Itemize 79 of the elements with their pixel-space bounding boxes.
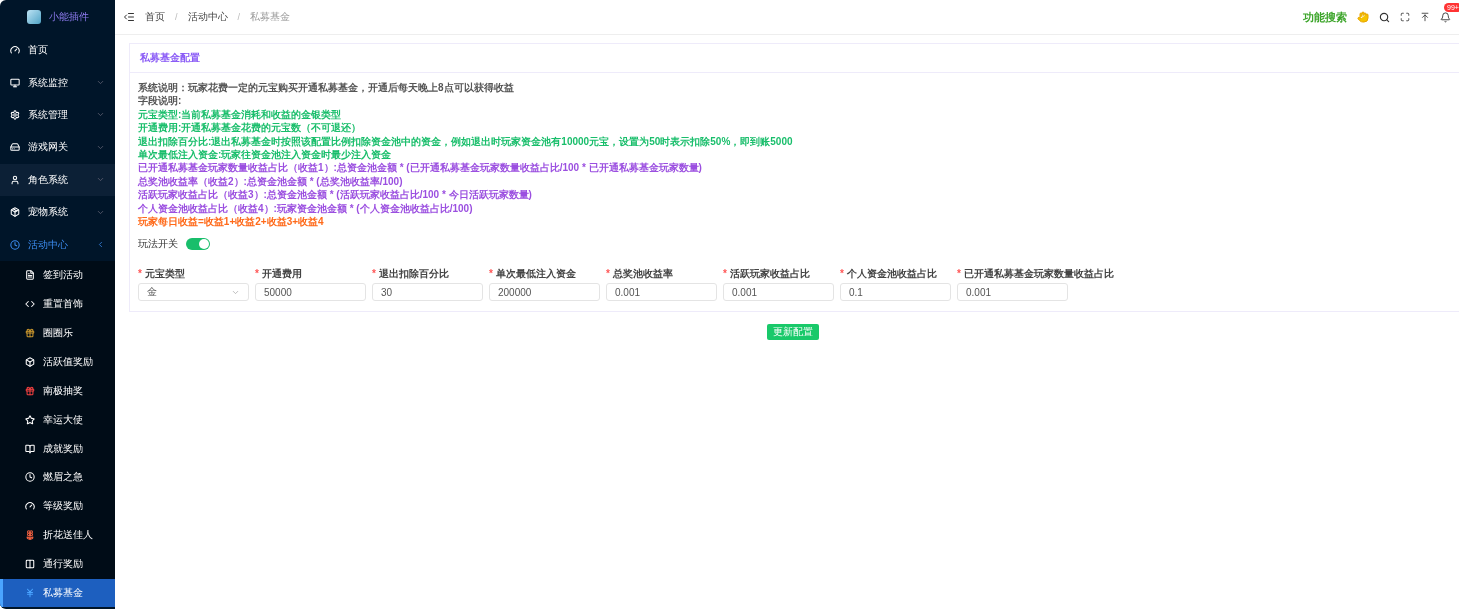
logo-icon <box>26 10 41 24</box>
code-icon <box>25 299 35 310</box>
description-line: 活跃玩家收益占比（收益3）:总资金池金额 * (活跃玩家收益占比/100 * 今日活跃玩家数量) <box>138 188 532 202</box>
input-field[interactable]: 50000 <box>255 283 366 302</box>
menu-item[interactable]: 游戏网关 <box>0 131 115 164</box>
description-line: 开通费用:开通私募基金花费的元宝数（不可退还） <box>138 121 362 135</box>
field-label: * 开通费用 <box>255 267 303 282</box>
submenu-item[interactable]: 私募基金 <box>0 578 115 608</box>
submenu-item[interactable]: 南极抽奖 <box>0 376 115 406</box>
menu-toggle-icon[interactable] <box>123 11 135 23</box>
menu-item[interactable]: 系统管理 <box>0 98 115 132</box>
menu-item[interactable]: 宠物系统 <box>0 195 115 229</box>
menu-item[interactable]: 首页 <box>0 34 115 67</box>
description-line: 单次最低注入资金:玩家往资金池注入资金时最少注入资金 <box>138 148 392 162</box>
gift-icon <box>25 327 35 338</box>
document-icon <box>25 270 35 281</box>
input-field[interactable]: 0.1 <box>840 283 951 302</box>
box-icon <box>25 356 35 367</box>
book-icon <box>25 443 35 454</box>
description-line: 总奖池收益率（收益2）:总资金池金额 * (总奖池收益率/100) <box>138 174 403 189</box>
field-label: * 总奖池收益率 <box>606 267 674 282</box>
field-label: * 活跃玩家收益占比 <box>723 267 811 282</box>
card-title: 私募基金配置 <box>130 44 1459 73</box>
menu-item[interactable]: 系统监控 <box>0 66 115 99</box>
submenu-item[interactable]: 等级奖励 <box>0 491 115 521</box>
clock-icon <box>25 472 35 483</box>
bell-icon[interactable] <box>1440 11 1451 23</box>
input-field[interactable]: 0.001 <box>957 283 1068 302</box>
toggle-label: 玩法开关 <box>138 237 178 252</box>
breadcrumb-separator: / <box>237 12 241 22</box>
columns-icon <box>25 559 35 570</box>
search-icon[interactable] <box>1379 11 1390 23</box>
drive-icon <box>10 142 20 153</box>
chevron-left-icon <box>96 240 105 250</box>
field-label: * 单次最低注入资金 <box>489 267 577 282</box>
field-label: * 元宝类型 <box>138 267 186 282</box>
submenu-item[interactable]: 重置首饰 <box>0 289 115 319</box>
field-label: * 退出扣除百分比 <box>372 267 450 282</box>
description-line: 个人资金池收益占比（收益4）:玩家资金池金额 * (个人资金池收益占比/100) <box>138 201 473 216</box>
field-label: * 个人资金池收益占比 <box>840 267 938 282</box>
description-line: 系统说明：玩家花费一定的元宝购买开通私募基金，开通后每天晚上8点可以获得收益 <box>138 81 514 95</box>
input-field[interactable]: 30 <box>372 283 483 302</box>
toggle-switch[interactable] <box>186 238 210 251</box>
submenu-item[interactable]: 燃眉之急 <box>0 462 115 492</box>
description-line: 元宝类型:当前私募基金消耗和收益的金银类型 <box>138 107 342 122</box>
fullscreen-icon[interactable] <box>1400 12 1410 22</box>
submenu-item[interactable]: 活跃值奖励 <box>0 347 115 377</box>
breadcrumb-link[interactable]: 活动中心 <box>187 10 228 24</box>
description-line: 字段说明: <box>138 94 182 108</box>
description-line: 玩家每日收益=收益1+收益2+收益3+收益4 <box>138 215 324 229</box>
breadcrumb-link[interactable]: 首页 <box>145 10 165 24</box>
menu-item[interactable]: 角色系统 <box>0 163 115 196</box>
description-line: 退出扣除百分比:退出私募基金时按照该配置比例扣除资金池中的资金，例如退出时玩家资金池有10000元宝，设置为50时表示扣除50%，即到账5000 <box>138 134 793 149</box>
input-field[interactable]: 200000 <box>489 283 600 302</box>
menu-item[interactable]: 活动中心 <box>0 228 115 261</box>
logo-text: 小能插件 <box>48 10 89 24</box>
submenu-item[interactable]: 成就奖励 <box>0 434 115 463</box>
input-field[interactable]: 0.001 <box>723 283 834 302</box>
submenu-item[interactable]: 签到活动 <box>0 260 115 290</box>
star-icon <box>25 414 35 425</box>
submenu-item[interactable]: 圈圈乐 <box>0 318 115 348</box>
input-field[interactable]: 0.001 <box>606 283 717 302</box>
gear-icon <box>10 109 20 120</box>
flower-icon <box>25 530 35 541</box>
yen-icon <box>25 587 35 598</box>
box-icon <box>10 207 20 218</box>
monitor-icon <box>10 77 20 88</box>
gauge-icon <box>10 45 20 56</box>
submenu-item[interactable]: 通行奖励 <box>0 549 115 579</box>
clock-icon <box>10 239 20 250</box>
gift-icon <box>25 385 35 396</box>
gauge-icon <box>25 501 35 512</box>
submenu-item[interactable]: 折花送佳人 <box>0 520 115 550</box>
description-line: 已开通私募基金玩家数量收益占比（收益1）:总资金池金额 * (已开通私募基金玩家数量收益占比/100 * 已开通私募基金玩家数量) <box>138 161 702 175</box>
breadcrumb-separator: / <box>175 12 178 22</box>
field-label: * 已开通私募基金玩家数量收益占比 <box>957 267 1114 282</box>
select-field[interactable]: 金 <box>138 283 249 302</box>
submenu-item[interactable]: 幸运大使 <box>0 405 115 435</box>
user-icon <box>10 174 20 185</box>
